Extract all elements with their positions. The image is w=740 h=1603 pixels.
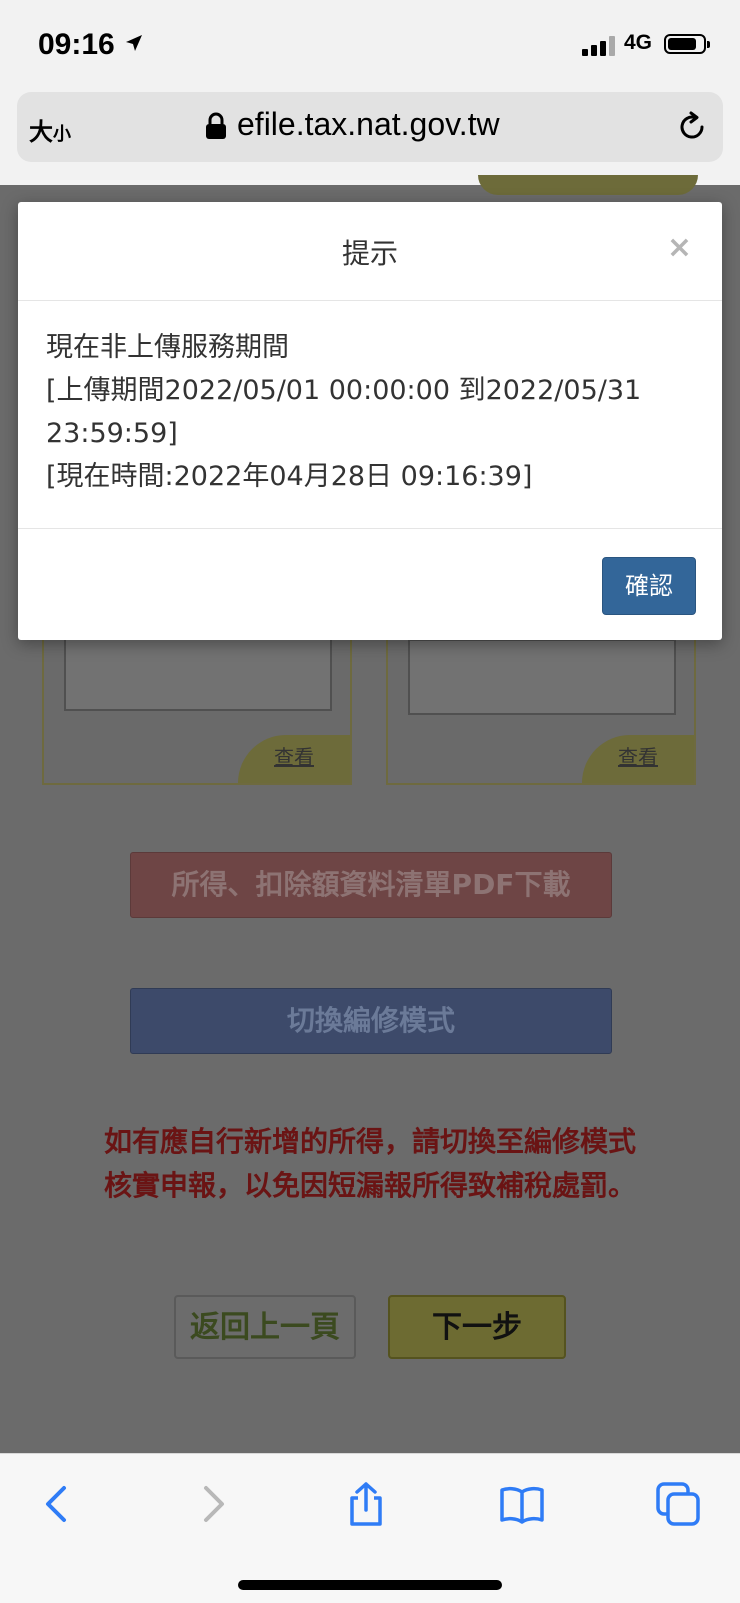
status-bar: 09:16 4G [0, 0, 740, 90]
info-card-left: 查看 [42, 625, 352, 785]
address-bar[interactable]: 大小 efile.tax.nat.gov.tw [17, 92, 723, 162]
text-size-button[interactable]: 大小 [29, 112, 71, 147]
modal-message-line: [現在時間:2022年04月28日 09:16:39] [46, 461, 533, 492]
back-button[interactable]: 返回上一頁 [174, 1295, 356, 1359]
tabs-icon[interactable] [654, 1480, 702, 1528]
modal-title: 提示 [341, 237, 398, 270]
warning-text: 如有應自行新增的所得，請切換至編修模式 核實申報，以免因短漏報所得致補稅處罰。 [0, 1120, 740, 1208]
warning-line: 核實申報，以免因短漏報所得致補稅處罰。 [103, 1169, 636, 1202]
forward-arrow-icon[interactable] [188, 1480, 236, 1528]
lock-icon [206, 112, 226, 139]
card-value-box [64, 635, 332, 711]
info-card-right: 查看 [386, 625, 696, 785]
warning-line: 如有應自行新增的所得，請切換至編修模式 [103, 1125, 636, 1158]
battery-icon [664, 34, 710, 54]
location-arrow-icon [126, 35, 142, 51]
modal-header: 提示 × [18, 202, 722, 301]
modal-body: 現在非上傳服務期間 [上傳期間2022/05/01 00:00:00 到2022… [46, 326, 696, 498]
signal-icon [582, 36, 618, 56]
modal-footer: 確認 [18, 528, 722, 641]
card-view-link[interactable]: 查看 [582, 735, 694, 783]
top-card-view-tab [478, 175, 698, 195]
confirm-button[interactable]: 確認 [602, 557, 696, 615]
next-step-button[interactable]: 下一步 [388, 1295, 566, 1359]
back-arrow-icon[interactable] [34, 1480, 82, 1528]
reload-icon[interactable] [675, 110, 709, 144]
notice-modal: 提示 × 現在非上傳服務期間 [上傳期間2022/05/01 00:00:00 … [18, 202, 722, 640]
share-icon[interactable] [342, 1480, 390, 1528]
switch-edit-mode-button[interactable]: 切換編修模式 [130, 988, 612, 1054]
modal-message-line: 現在非上傳服務期間 [46, 332, 289, 363]
close-icon[interactable]: × [667, 230, 692, 265]
browser-address-area: 大小 efile.tax.nat.gov.tw [0, 90, 740, 185]
card-view-link[interactable]: 查看 [238, 735, 350, 783]
pdf-download-button[interactable]: 所得、扣除額資料清單PDF下載 [130, 852, 612, 918]
network-type: 4G [624, 31, 653, 54]
bookmarks-icon[interactable] [498, 1480, 546, 1528]
url-text: efile.tax.nat.gov.tw [237, 106, 500, 142]
status-time: 09:16 [38, 28, 115, 61]
modal-message-line: [上傳期間2022/05/01 00:00:00 到2022/05/31 23:… [46, 375, 642, 449]
card-value-box [408, 639, 676, 715]
home-indicator [238, 1580, 502, 1590]
